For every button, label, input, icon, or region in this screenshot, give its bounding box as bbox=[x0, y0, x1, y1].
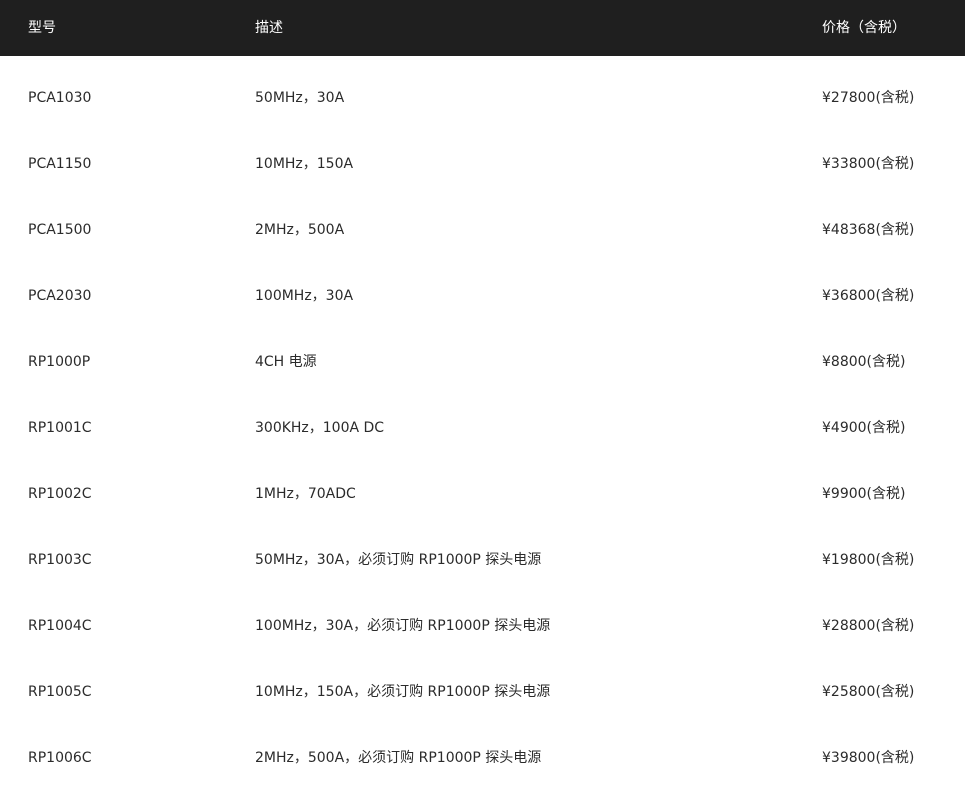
table-row: PCA1030 50MHz，30A ¥27800(含税) bbox=[0, 65, 965, 131]
column-header-description: 描述 bbox=[255, 20, 283, 36]
row-description: 2MHz，500A，必须订购 RP1000P 探头电源 bbox=[255, 750, 542, 766]
row-model: RP1006C bbox=[28, 750, 92, 766]
row-model: RP1003C bbox=[28, 552, 92, 568]
row-price: ¥39800(含税) bbox=[822, 750, 915, 766]
row-price: ¥27800(含税) bbox=[822, 90, 915, 106]
row-model: PCA2030 bbox=[28, 288, 92, 304]
row-description: 300KHz，100A DC bbox=[255, 420, 385, 436]
table-row: RP1001C 300KHz，100A DC ¥4900(含税) bbox=[0, 395, 965, 461]
row-description: 100MHz，30A，必须订购 RP1000P 探头电源 bbox=[255, 618, 551, 634]
row-price: ¥36800(含税) bbox=[822, 288, 915, 304]
row-price: ¥8800(含税) bbox=[822, 354, 906, 370]
table-row: RP1004C 100MHz，30A，必须订购 RP1000P 探头电源 ¥28… bbox=[0, 593, 965, 659]
row-model: RP1001C bbox=[28, 420, 92, 436]
table-row: PCA2030 100MHz，30A ¥36800(含税) bbox=[0, 263, 965, 329]
row-price: ¥25800(含税) bbox=[822, 684, 915, 700]
row-price: ¥33800(含税) bbox=[822, 156, 915, 172]
row-description: 10MHz，150A，必须订购 RP1000P 探头电源 bbox=[255, 684, 551, 700]
table-row: RP1003C 50MHz，30A，必须订购 RP1000P 探头电源 ¥198… bbox=[0, 527, 965, 593]
table-row: PCA1150 10MHz，150A ¥33800(含税) bbox=[0, 131, 965, 197]
row-price: ¥28800(含税) bbox=[822, 618, 915, 634]
row-description: 10MHz，150A bbox=[255, 156, 354, 172]
row-description: 50MHz，30A，必须订购 RP1000P 探头电源 bbox=[255, 552, 542, 568]
row-price: ¥9900(含税) bbox=[822, 486, 906, 502]
table-header: 型号 描述 价格（含税） bbox=[0, 0, 965, 56]
table-row: RP1005C 10MHz，150A，必须订购 RP1000P 探头电源 ¥25… bbox=[0, 659, 965, 725]
row-model: PCA1150 bbox=[28, 156, 92, 172]
row-description: 50MHz，30A bbox=[255, 90, 345, 106]
column-header-price: 价格（含税） bbox=[822, 20, 906, 36]
table-body: PCA1030 50MHz，30A ¥27800(含税) PCA1150 10M… bbox=[0, 56, 965, 791]
row-price: ¥4900(含税) bbox=[822, 420, 906, 436]
table-row: PCA1500 2MHz，500A ¥48368(含税) bbox=[0, 197, 965, 263]
row-model: RP1000P bbox=[28, 354, 91, 370]
row-model: PCA1500 bbox=[28, 222, 92, 238]
row-model: RP1005C bbox=[28, 684, 92, 700]
row-description: 1MHz，70ADC bbox=[255, 486, 356, 502]
table-row: RP1002C 1MHz，70ADC ¥9900(含税) bbox=[0, 461, 965, 527]
product-price-table: 型号 描述 价格（含税） PCA1030 50MHz，30A ¥27800(含税… bbox=[0, 0, 965, 799]
row-description: 100MHz，30A bbox=[255, 288, 354, 304]
row-description: 4CH 电源 bbox=[255, 354, 317, 370]
table-row: RP1000P 4CH 电源 ¥8800(含税) bbox=[0, 329, 965, 395]
row-model: PCA1030 bbox=[28, 90, 92, 106]
row-price: ¥48368(含税) bbox=[822, 222, 915, 238]
row-model: RP1004C bbox=[28, 618, 92, 634]
row-model: RP1002C bbox=[28, 486, 92, 502]
row-description: 2MHz，500A bbox=[255, 222, 345, 238]
row-price: ¥19800(含税) bbox=[822, 552, 915, 568]
column-header-model: 型号 bbox=[28, 20, 56, 36]
table-row: RP1006C 2MHz，500A，必须订购 RP1000P 探头电源 ¥398… bbox=[0, 725, 965, 791]
